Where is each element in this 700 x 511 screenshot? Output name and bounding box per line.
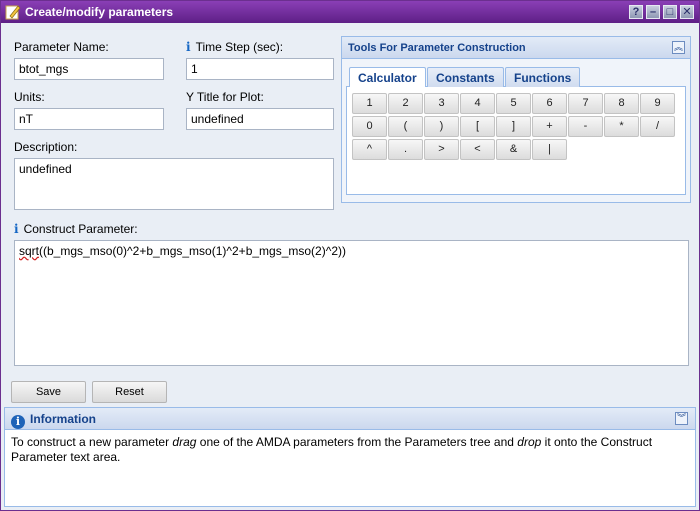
information-panel: i Information ︾ To construct a new parame… bbox=[4, 407, 696, 507]
key-9[interactable]: 9 bbox=[640, 93, 675, 114]
key-minus[interactable]: - bbox=[568, 116, 603, 137]
tools-panel-header: Tools For Parameter Construction bbox=[342, 37, 690, 59]
key-close-bracket[interactable]: ] bbox=[496, 116, 531, 137]
minimize-button[interactable]: – bbox=[646, 5, 660, 19]
help-button[interactable]: ? bbox=[629, 5, 643, 19]
key-5[interactable]: 5 bbox=[496, 93, 531, 114]
key-6[interactable]: 6 bbox=[532, 93, 567, 114]
time-step-label-text: Time Step (sec): bbox=[195, 40, 284, 54]
key-dot[interactable]: . bbox=[388, 139, 423, 160]
information-text: To construct a new parameter drag one of… bbox=[5, 430, 695, 470]
key-open-bracket[interactable]: [ bbox=[460, 116, 495, 137]
calculator-keypad: 1 2 3 4 5 6 7 8 9 0 ( ) [ ] + - * / ^ . … bbox=[346, 87, 686, 195]
units-input[interactable]: nT bbox=[14, 108, 164, 130]
close-button[interactable]: ✕ bbox=[680, 5, 694, 19]
key-close-paren[interactable]: ) bbox=[424, 116, 459, 137]
information-icon: i bbox=[11, 415, 25, 429]
key-less-than[interactable]: < bbox=[460, 139, 495, 160]
key-power[interactable]: ^ bbox=[352, 139, 387, 160]
info-text-part: one of the AMDA parameters from the Para… bbox=[196, 435, 518, 449]
reset-button[interactable]: Reset bbox=[92, 381, 167, 403]
units-label: Units: bbox=[14, 90, 45, 104]
key-2[interactable]: 2 bbox=[388, 93, 423, 114]
construct-parameter-textarea[interactable]: sqrt((b_mgs_mso(0)^2+b_mgs_mso(1)^2+b_mg… bbox=[14, 240, 689, 366]
save-button[interactable]: Save bbox=[11, 381, 86, 403]
key-0[interactable]: 0 bbox=[352, 116, 387, 137]
construct-expression-function: sqrt bbox=[19, 244, 40, 258]
key-or[interactable]: | bbox=[532, 139, 567, 160]
description-textarea[interactable]: undefined bbox=[14, 158, 334, 210]
tools-panel: Tools For Parameter Construction ︽ Calcu… bbox=[341, 36, 691, 203]
tab-constants[interactable]: Constants bbox=[427, 67, 504, 88]
information-title: Information bbox=[30, 412, 96, 426]
info-icon: i bbox=[14, 222, 19, 236]
edit-icon bbox=[5, 5, 21, 20]
info-text-drag: drag bbox=[172, 435, 197, 449]
key-1[interactable]: 1 bbox=[352, 93, 387, 114]
parameter-name-label: Parameter Name: bbox=[14, 40, 109, 54]
y-title-input[interactable]: undefined bbox=[186, 108, 334, 130]
key-greater-than[interactable]: > bbox=[424, 139, 459, 160]
information-header: i Information bbox=[5, 408, 695, 430]
tools-tabstrip: Calculator Constants Functions bbox=[346, 65, 686, 89]
key-7[interactable]: 7 bbox=[568, 93, 603, 114]
tab-calculator[interactable]: Calculator bbox=[349, 67, 426, 89]
window-titlebar[interactable]: Create/modify parameters ? – □ ✕ bbox=[1, 1, 699, 23]
key-8[interactable]: 8 bbox=[604, 93, 639, 114]
collapse-down-icon[interactable]: ︾ bbox=[675, 412, 688, 425]
time-step-label: i Time Step (sec): bbox=[186, 40, 283, 54]
parameter-name-input[interactable]: btot_mgs bbox=[14, 58, 164, 80]
key-divide[interactable]: / bbox=[640, 116, 675, 137]
y-title-label: Y Title for Plot: bbox=[186, 90, 264, 104]
window-title: Create/modify parameters bbox=[25, 5, 174, 19]
tab-functions[interactable]: Functions bbox=[505, 67, 581, 88]
tools-panel-title: Tools For Parameter Construction bbox=[348, 42, 526, 54]
key-multiply[interactable]: * bbox=[604, 116, 639, 137]
construct-expression-body: ((b_mgs_mso(0)^2+b_mgs_mso(1)^2+b_mgs_ms… bbox=[39, 244, 347, 258]
key-4[interactable]: 4 bbox=[460, 93, 495, 114]
info-text-drop: drop bbox=[517, 435, 542, 449]
construct-parameter-label: i Construct Parameter: bbox=[14, 222, 138, 236]
collapse-up-icon[interactable]: ︽ bbox=[672, 41, 685, 54]
parameter-editor-window: Create/modify parameters ? – □ ✕ Paramet… bbox=[0, 0, 700, 511]
key-and[interactable]: & bbox=[496, 139, 531, 160]
key-open-paren[interactable]: ( bbox=[388, 116, 423, 137]
info-text-part: To construct a new parameter bbox=[11, 435, 173, 449]
time-step-input[interactable]: 1 bbox=[186, 58, 334, 80]
maximize-button[interactable]: □ bbox=[663, 5, 677, 19]
key-3[interactable]: 3 bbox=[424, 93, 459, 114]
info-icon: i bbox=[186, 40, 191, 54]
construct-parameter-label-text: Construct Parameter: bbox=[23, 222, 138, 236]
description-label: Description: bbox=[14, 140, 78, 154]
key-plus[interactable]: + bbox=[532, 116, 567, 137]
